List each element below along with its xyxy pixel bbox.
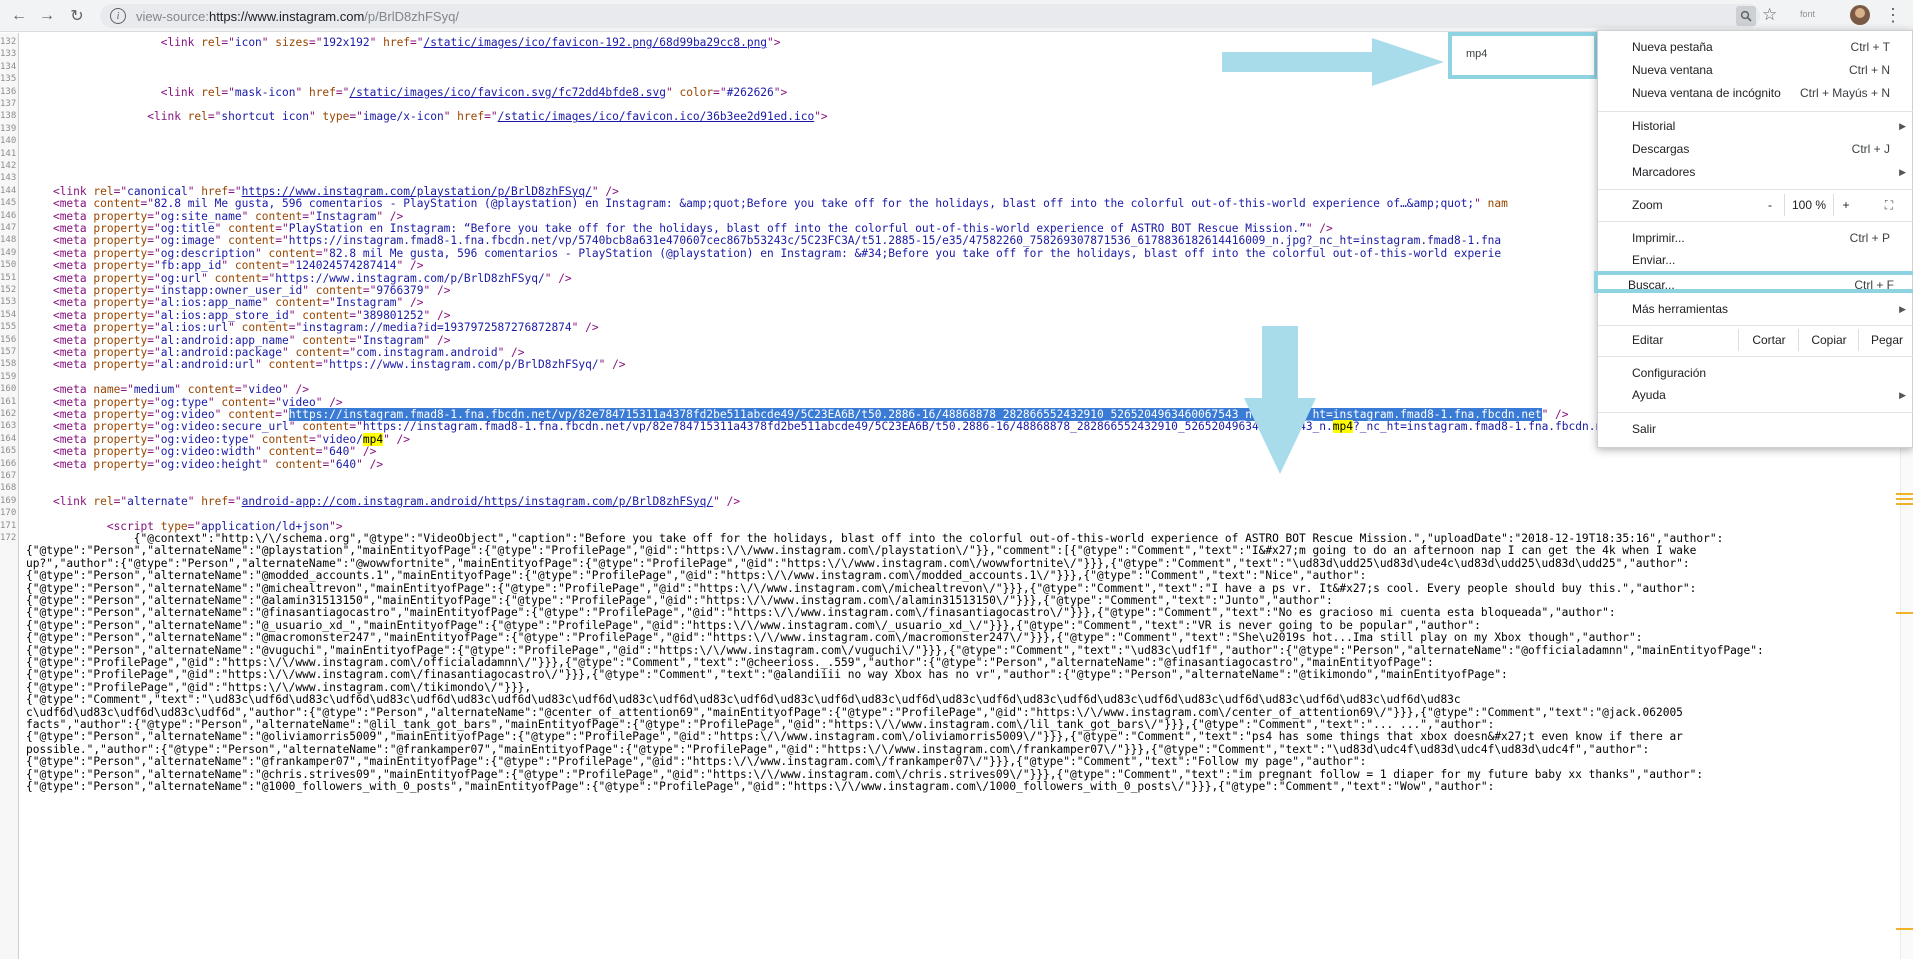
zoom-in-button[interactable]: + <box>1832 194 1860 216</box>
menu-separator <box>1598 356 1913 357</box>
menu-item-print[interactable]: Imprimir... Ctrl + P <box>1598 227 1913 249</box>
url-path: /p/BrlD8zhFSyq/ <box>364 8 459 24</box>
find-match-marker <box>1896 928 1913 930</box>
find-match-marker <box>1896 612 1913 614</box>
cut-button[interactable]: Cortar <box>1738 329 1799 351</box>
more-menu-icon[interactable]: ⋮ <box>1884 5 1902 25</box>
reload-icon[interactable]: ↻ <box>66 5 88 27</box>
submenu-arrow-icon: ▶ <box>1899 167 1906 177</box>
menu-label: Nueva ventana de incógnito <box>1632 86 1781 100</box>
menu-item-settings[interactable]: Configuración <box>1598 362 1913 384</box>
fullscreen-icon[interactable]: ⛶ <box>1874 194 1904 216</box>
menu-item-find[interactable]: Buscar... Ctrl + F <box>1594 271 1913 293</box>
menu-item-incognito[interactable]: Nueva ventana de incógnito Ctrl + Mayús +… <box>1598 82 1913 104</box>
menu-label: Nueva pestaña <box>1632 40 1713 54</box>
menu-shortcut: Ctrl + N <box>1848 63 1890 77</box>
browser-toolbar: ← → ↻ i view-source:https://www.instagra… <box>0 0 1913 32</box>
zoom-level: 100 % <box>1784 194 1834 216</box>
profile-avatar[interactable] <box>1850 5 1870 25</box>
submenu-arrow-icon: ▶ <box>1899 390 1906 400</box>
menu-item-cast[interactable]: Enviar... <box>1598 249 1913 271</box>
menu-label: Zoom <box>1632 198 1663 212</box>
menu-label: Configuración <box>1632 366 1707 380</box>
menu-item-zoom: Zoom - 100 % + ⛶ <box>1598 194 1913 216</box>
back-icon[interactable]: ← <box>8 5 30 27</box>
copy-button[interactable]: Copiar <box>1798 329 1859 351</box>
menu-item-bookmarks[interactable]: Marcadores ▶ <box>1598 161 1913 183</box>
find-input[interactable]: mp4 <box>1466 48 1487 60</box>
menu-shortcut: Ctrl + Mayús + N <box>1799 86 1890 100</box>
menu-label: Enviar... <box>1632 253 1676 267</box>
find-match-marker <box>1896 493 1913 495</box>
address-url: view-source:https://www.instagram.com/p/… <box>136 9 459 24</box>
line-code: {"@type":"Person","alternateName":"@1000… <box>26 779 1494 794</box>
menu-item-more-tools[interactable]: Más herramientas ▶ <box>1598 298 1913 320</box>
menu-label: Imprimir... <box>1632 231 1685 245</box>
font-extension-icon[interactable]: font <box>1800 9 1815 19</box>
submenu-arrow-icon: ▶ <box>1899 304 1906 314</box>
menu-separator <box>1598 325 1913 326</box>
info-icon[interactable]: i <box>110 8 126 24</box>
menu-item-new-tab[interactable]: Nueva pestaña Ctrl + T <box>1598 36 1913 58</box>
url-host: https://www.instagram.com <box>208 8 365 24</box>
menu-label: Salir <box>1632 422 1657 436</box>
menu-item-edit: Editar Cortar Copiar Pegar <box>1598 329 1913 351</box>
menu-shortcut: Ctrl + J <box>1851 142 1890 156</box>
menu-label: Editar <box>1632 333 1664 347</box>
menu-shortcut: Ctrl + T <box>1850 40 1890 54</box>
right-arrow-annotation <box>1222 38 1444 86</box>
url-scheme: view-source: <box>136 8 209 24</box>
menu-label: Buscar... <box>1628 278 1675 292</box>
find-match-marker <box>1896 503 1913 505</box>
menu-separator <box>1598 221 1913 222</box>
menu-item-help[interactable]: Ayuda ▶ <box>1598 384 1913 406</box>
menu-shortcut: Ctrl + F <box>1854 278 1894 292</box>
chrome-main-menu: Nueva pestaña Ctrl + T Nueva ventana Ctrl … <box>1594 30 1913 448</box>
source-line: {"@type":"Person","alternateName":"@1000… <box>0 779 1900 794</box>
address-bar[interactable]: i view-source:https://www.instagram.com/… <box>100 4 1760 28</box>
submenu-arrow-icon: ▶ <box>1899 121 1906 131</box>
find-match-marker <box>1896 498 1913 500</box>
menu-item-exit[interactable]: Salir <box>1598 418 1913 440</box>
menu-item-new-window[interactable]: Nueva ventana Ctrl + N <box>1598 59 1913 81</box>
menu-item-downloads[interactable]: Descargas Ctrl + J <box>1598 138 1913 160</box>
down-arrow-annotation <box>1244 326 1316 474</box>
menu-shortcut: Ctrl + P <box>1849 231 1890 245</box>
menu-label: Nueva ventana <box>1632 63 1713 77</box>
bookmark-star-icon[interactable]: ☆ <box>1762 5 1777 25</box>
find-bar[interactable]: mp4 <box>1448 32 1598 79</box>
menu-separator <box>1598 412 1913 413</box>
source-token: {"@type":"Person","alternateName":"@1000… <box>26 780 1495 793</box>
paste-button[interactable]: Pegar <box>1858 329 1913 351</box>
menu-label: Historial <box>1632 119 1676 133</box>
find-in-page-icon[interactable] <box>1736 6 1756 26</box>
zoom-out-button[interactable]: - <box>1756 194 1784 216</box>
menu-label: Descargas <box>1632 142 1690 156</box>
menu-label: Ayuda <box>1632 388 1666 402</box>
menu-label: Más herramientas <box>1632 302 1729 316</box>
forward-icon[interactable]: → <box>36 5 58 27</box>
menu-separator <box>1598 189 1913 190</box>
menu-item-history[interactable]: Historial ▶ <box>1598 115 1913 137</box>
menu-label: Marcadores <box>1632 165 1696 179</box>
menu-separator <box>1598 111 1913 112</box>
